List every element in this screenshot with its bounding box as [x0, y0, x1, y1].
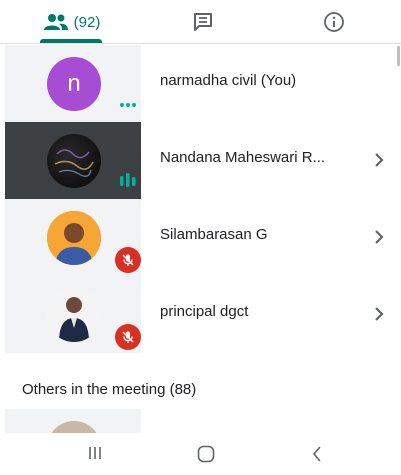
- chevron-right-icon[interactable]: [372, 227, 386, 247]
- participant-row[interactable]: Nandana Maheswari R...: [0, 122, 401, 199]
- participant-row[interactable]: [0, 409, 401, 433]
- avatar-art-icon: [54, 149, 94, 177]
- avatar-letter: n: [67, 70, 81, 97]
- people-count: (92): [73, 13, 101, 31]
- chevron-right-icon[interactable]: [372, 150, 386, 170]
- others-section-title: Others in the meeting (88): [22, 381, 197, 398]
- avatar: n: [47, 57, 101, 111]
- more-dots-icon: [120, 103, 136, 107]
- avatar: [47, 421, 101, 433]
- mic-off-icon: [122, 331, 134, 343]
- avatar: [47, 288, 101, 342]
- person-photo-icon: [47, 211, 101, 265]
- back-icon[interactable]: [310, 444, 324, 464]
- participant-row[interactable]: Silambarasan G: [0, 199, 401, 276]
- active-tab-indicator: [40, 39, 102, 43]
- muted-badge: [115, 247, 141, 273]
- participant-name: Nandana Maheswari R...: [160, 149, 326, 166]
- avatar: [47, 134, 101, 188]
- tab-people[interactable]: (92): [28, 0, 116, 44]
- system-nav-bar: [0, 433, 401, 475]
- participant-tile: [5, 199, 141, 276]
- tab-chat[interactable]: [175, 0, 231, 44]
- avatar: [47, 211, 101, 265]
- participant-tile: n: [5, 45, 141, 122]
- participant-tile: [5, 122, 141, 199]
- participant-row[interactable]: n narmadha civil (You): [0, 45, 401, 122]
- tab-info[interactable]: [306, 0, 362, 44]
- home-icon[interactable]: [196, 444, 216, 464]
- people-icon: [43, 14, 68, 30]
- participant-name: principal dgct: [160, 303, 249, 320]
- participant-tile: [5, 276, 141, 353]
- participant-tile: [5, 409, 141, 433]
- participant-name: Silambarasan G: [160, 226, 268, 243]
- muted-badge: [115, 324, 141, 350]
- mic-off-icon: [122, 254, 134, 266]
- speaking-indicator-icon: [120, 173, 136, 187]
- participant-row[interactable]: principal dgct: [0, 276, 401, 353]
- person-photo-icon: [47, 288, 101, 342]
- info-icon: [324, 12, 344, 32]
- recents-icon[interactable]: [86, 444, 104, 462]
- participants-tab-bar: (92): [0, 0, 401, 44]
- chat-icon: [194, 13, 212, 31]
- chevron-right-icon[interactable]: [372, 304, 386, 324]
- participant-name: narmadha civil (You): [160, 72, 297, 89]
- scrollbar[interactable]: [397, 46, 400, 66]
